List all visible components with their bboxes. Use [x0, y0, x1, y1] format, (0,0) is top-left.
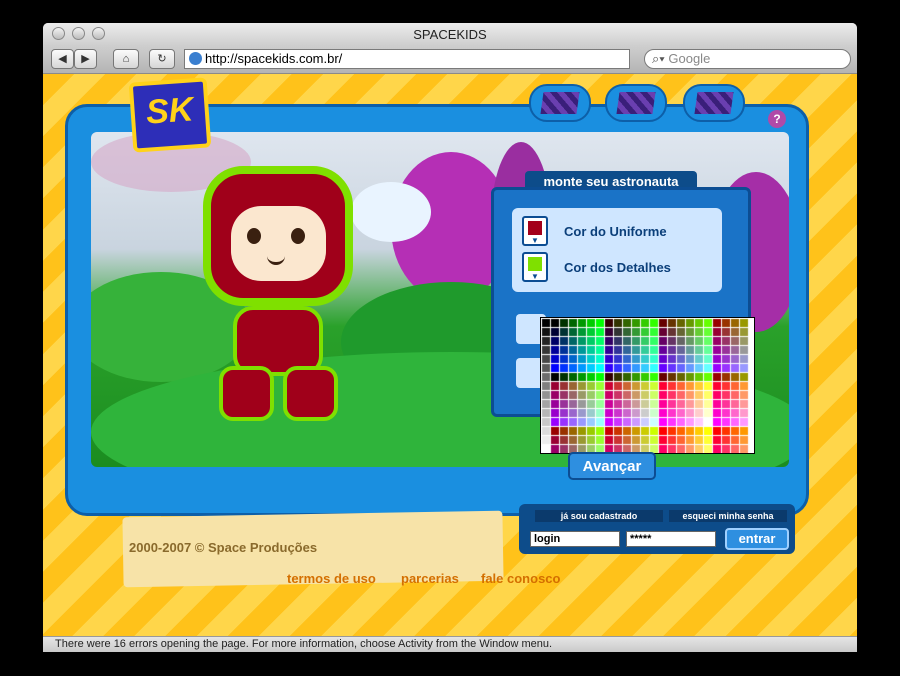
- pod-screen-icon: [694, 92, 734, 114]
- browser-toolbar: ◀ ▶ ⌂ ↻ http://spacekids.com.br/ ⌕▾ Goog…: [43, 45, 857, 74]
- details-color-label: Cor dos Detalhes: [564, 260, 671, 275]
- home-button[interactable]: ⌂: [113, 49, 139, 69]
- login-submit-button[interactable]: entrar: [725, 528, 789, 550]
- page-content: SK ? monte seu astronauta ▼ Cor do Unifo…: [43, 74, 857, 636]
- logo-text: SK: [144, 90, 195, 132]
- copyright-text: 2000-2007 © Space Produções: [129, 540, 318, 555]
- pod-button-3[interactable]: [683, 84, 745, 122]
- browser-window: SPACEKIDS ◀ ▶ ⌂ ↻ http://spacekids.com.b…: [43, 23, 857, 652]
- spacekids-logo[interactable]: SK: [128, 77, 212, 153]
- address-bar[interactable]: http://spacekids.com.br/: [184, 49, 630, 69]
- url-text: http://spacekids.com.br/: [205, 51, 343, 66]
- search-placeholder: Google: [668, 51, 711, 66]
- reload-button[interactable]: ↻: [149, 49, 175, 69]
- color-palette[interactable]: [540, 317, 755, 454]
- search-field[interactable]: ⌕▾ Google: [644, 49, 851, 69]
- advance-button[interactable]: Avançar: [568, 452, 656, 480]
- uniform-color-row[interactable]: ▼ Cor do Uniforme: [522, 216, 722, 252]
- password-input[interactable]: [626, 531, 716, 547]
- pod-screen-icon: [540, 92, 580, 114]
- chevron-down-icon: ▼: [531, 272, 539, 281]
- home-icon: ⌂: [122, 53, 130, 65]
- search-icon: ⌕▾: [652, 51, 665, 66]
- title-bar: SPACEKIDS: [43, 23, 857, 45]
- help-icon[interactable]: ?: [768, 110, 786, 128]
- globe-icon: [189, 52, 202, 65]
- login-input[interactable]: [530, 531, 620, 547]
- pod-button-2[interactable]: [605, 84, 667, 122]
- forgot-password-link[interactable]: esqueci minha senha: [669, 510, 787, 522]
- reload-icon: ↻: [157, 53, 167, 65]
- partners-link[interactable]: parcerias: [401, 571, 459, 586]
- pod-screen-icon: [616, 92, 656, 114]
- back-arrow-icon: ◀: [58, 53, 67, 65]
- status-bar: There were 16 errors opening the page. F…: [43, 636, 857, 652]
- uniform-color-swatch[interactable]: ▼: [522, 216, 548, 246]
- uniform-color-label: Cor do Uniforme: [564, 224, 667, 239]
- forward-arrow-icon: ▶: [81, 53, 90, 65]
- registered-tab[interactable]: já sou cadastrado: [535, 510, 663, 522]
- contact-link[interactable]: fale conosco: [481, 571, 560, 586]
- details-color-swatch[interactable]: ▼: [522, 252, 548, 282]
- pod-button-1[interactable]: [529, 84, 591, 122]
- terms-link[interactable]: termos de uso: [287, 571, 376, 586]
- astronaut-character: [203, 166, 373, 426]
- details-color-row[interactable]: ▼ Cor dos Detalhes: [522, 252, 722, 288]
- window-title: SPACEKIDS: [413, 27, 487, 42]
- back-button[interactable]: ◀: [51, 49, 74, 69]
- forward-button[interactable]: ▶: [74, 49, 97, 69]
- chevron-down-icon: ▼: [531, 236, 539, 245]
